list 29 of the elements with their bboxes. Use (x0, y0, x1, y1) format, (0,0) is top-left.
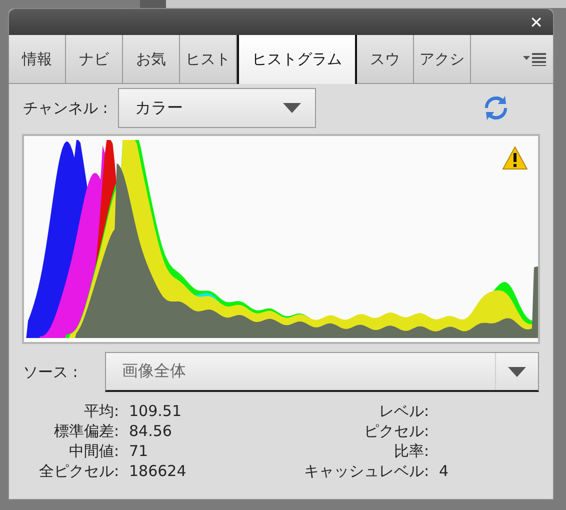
channel-dropdown[interactable]: カラー (118, 88, 316, 128)
channel-label: チャンネル : (23, 98, 108, 118)
stat-label: 中間値: (68, 442, 119, 461)
caret-icon (282, 103, 301, 113)
stat-value: 71 (129, 442, 150, 461)
stat-value: 186624 (129, 462, 188, 481)
stat-label: 標準偏差: (52, 422, 119, 441)
tab[interactable]: ヒスト (180, 35, 237, 83)
source-label: ソース : (23, 362, 79, 382)
stat-label: ピクセル: (362, 422, 429, 441)
stat-label: 比率: (392, 442, 429, 461)
caret-icon (508, 366, 526, 376)
close-button[interactable]: ✕ (528, 12, 545, 32)
stat-label: レベル: (378, 402, 429, 421)
panel-menu-icon[interactable] (523, 52, 547, 66)
stat-label: 全ピクセル: (38, 462, 119, 481)
warning-icon[interactable] (502, 146, 528, 170)
source-dropdown[interactable]: 画像全体 (105, 352, 539, 392)
tab[interactable]: アクシ (414, 35, 471, 83)
stat-value: 109.51 (129, 402, 182, 421)
tab[interactable]: 情報 (9, 35, 66, 83)
stat-label: キャッシュレベル: (302, 462, 429, 481)
tab[interactable]: お気 (123, 35, 180, 83)
stat-value: 4 (439, 462, 449, 480)
tab[interactable]: ヒストグラム (237, 35, 357, 84)
tab[interactable]: ナビ (66, 35, 123, 83)
stat-label: 平均: (82, 402, 119, 421)
stat-value: 84.56 (129, 422, 173, 441)
tab[interactable]: スウ (357, 35, 414, 83)
